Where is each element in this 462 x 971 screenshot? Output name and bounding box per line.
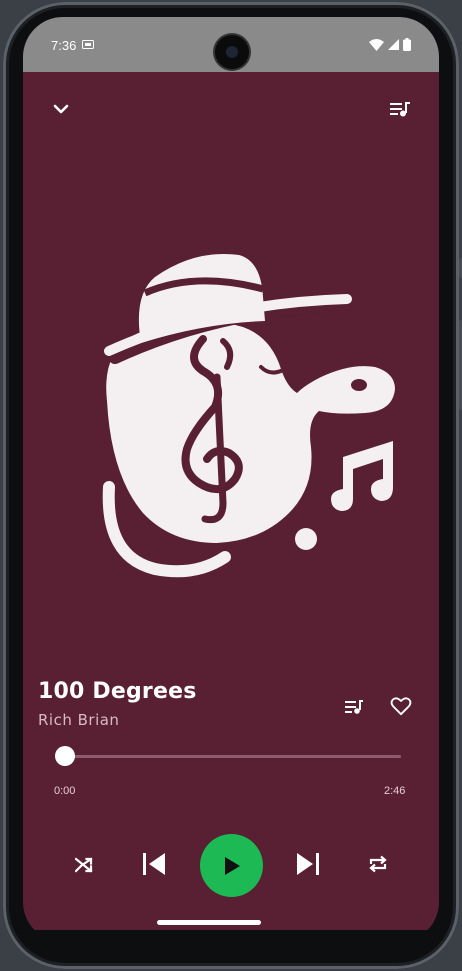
- wifi-icon: [369, 38, 384, 51]
- screen-record-icon: [82, 40, 94, 49]
- previous-button[interactable]: [139, 849, 169, 879]
- album-art-logo: [102, 253, 395, 578]
- like-button[interactable]: [387, 691, 415, 721]
- skip-previous-icon: [143, 853, 165, 875]
- queue-button[interactable]: [387, 97, 413, 121]
- signal-icon: [388, 39, 399, 50]
- status-bar: 7:36: [23, 17, 439, 72]
- repeat-icon: [369, 855, 387, 873]
- playlist-add-icon: [345, 700, 363, 714]
- status-time: 7:36: [51, 38, 77, 53]
- track-title: 100 Degrees: [38, 679, 197, 704]
- chevron-down-icon: [53, 104, 69, 114]
- screen: 7:36 100 Degrees Rich Brian 0:00 2:46: [23, 17, 439, 942]
- shuffle-icon: [75, 857, 93, 873]
- duration: 2:46: [384, 785, 406, 797]
- current-time: 0:00: [54, 785, 76, 797]
- battery-icon: [403, 38, 411, 51]
- play-icon: [224, 856, 240, 875]
- heart-outline-icon: [390, 697, 412, 716]
- track-artist: Rich Brian: [38, 711, 120, 729]
- home-gesture-pill[interactable]: [157, 920, 261, 925]
- nav-bar: [23, 930, 439, 942]
- next-button[interactable]: [293, 849, 323, 879]
- front-camera: [215, 35, 249, 69]
- add-to-playlist-button[interactable]: [340, 693, 368, 721]
- repeat-button[interactable]: [365, 851, 391, 877]
- collapse-button[interactable]: [49, 97, 73, 121]
- status-icons: [369, 38, 411, 51]
- progress-track[interactable]: [63, 755, 401, 758]
- play-button[interactable]: [200, 834, 263, 897]
- skip-next-icon: [297, 853, 319, 875]
- shuffle-button[interactable]: [71, 852, 97, 878]
- progress-thumb[interactable]: [55, 746, 75, 766]
- queue-music-icon: [390, 102, 410, 117]
